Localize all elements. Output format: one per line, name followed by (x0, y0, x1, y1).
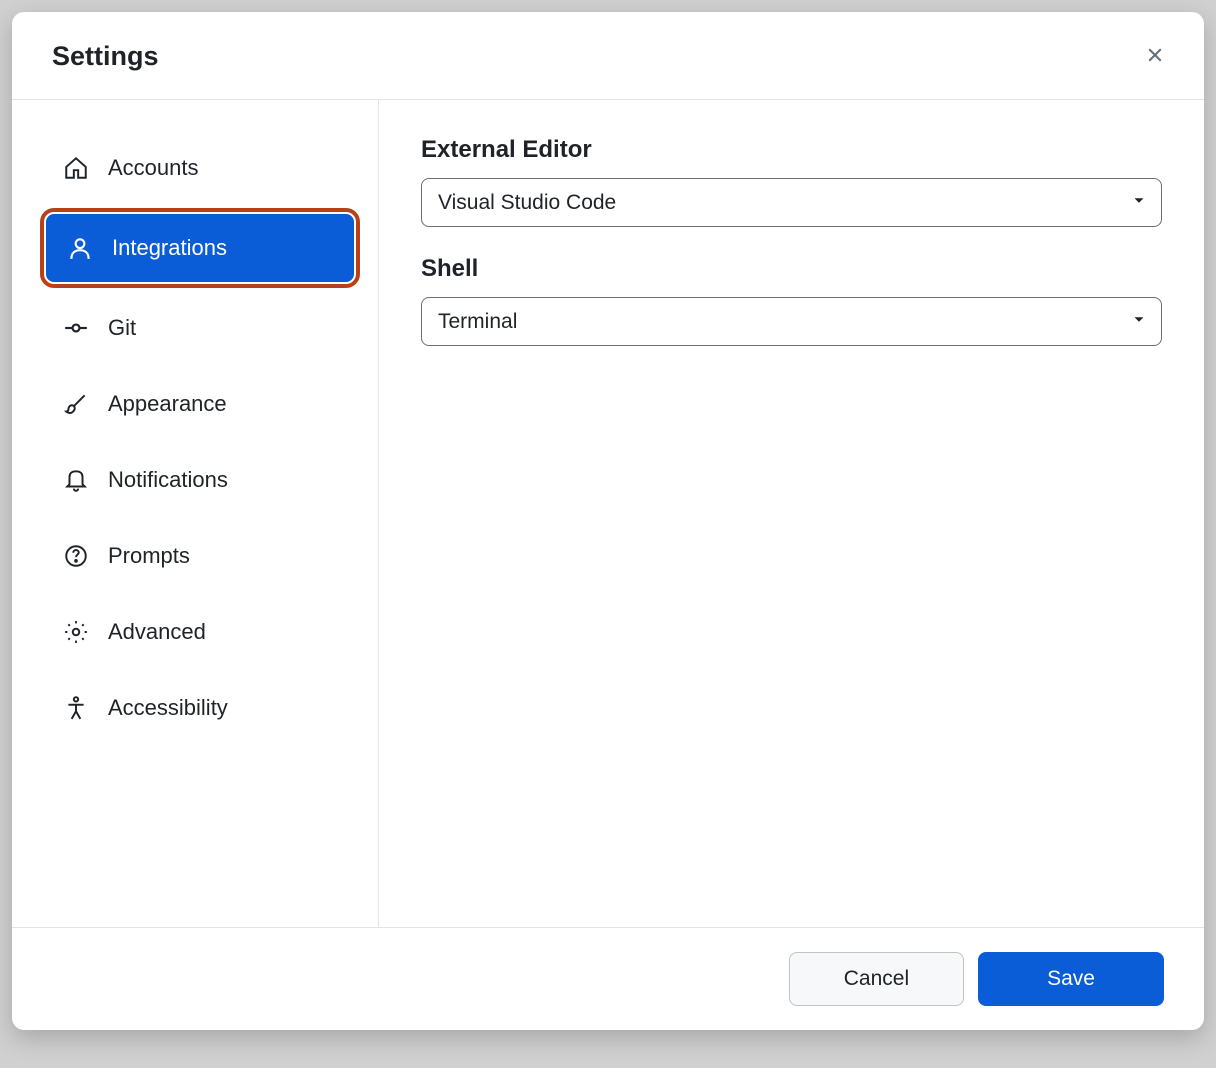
sidebar-item-label: Notifications (108, 467, 228, 493)
question-circle-icon (62, 542, 90, 570)
sidebar-item-accessibility[interactable]: Accessibility (40, 672, 360, 744)
person-icon (66, 234, 94, 262)
sidebar-item-label: Appearance (108, 391, 227, 417)
shell-field: Shell Terminal (421, 255, 1162, 346)
sidebar-item-label: Accessibility (108, 695, 228, 721)
close-button[interactable] (1138, 38, 1172, 75)
sidebar-item-notifications[interactable]: Notifications (40, 444, 360, 516)
dialog-body: Accounts Integrations (12, 100, 1204, 927)
settings-sidebar: Accounts Integrations (12, 100, 379, 927)
sidebar-item-git[interactable]: Git (40, 292, 360, 364)
shell-select-wrap: Terminal (421, 297, 1162, 346)
accessibility-icon (62, 694, 90, 722)
sidebar-item-integrations[interactable]: Integrations (40, 208, 360, 288)
sidebar-item-label: Integrations (112, 235, 227, 261)
external-editor-label: External Editor (421, 136, 1162, 164)
sidebar-item-label: Prompts (108, 543, 190, 569)
sidebar-item-label: Advanced (108, 619, 206, 645)
cancel-button[interactable]: Cancel (789, 952, 964, 1006)
sidebar-item-label: Accounts (108, 155, 199, 181)
dialog-footer: Cancel Save (12, 927, 1204, 1030)
shell-label: Shell (421, 255, 1162, 283)
sidebar-item-advanced[interactable]: Advanced (40, 596, 360, 668)
sidebar-item-appearance[interactable]: Appearance (40, 368, 360, 440)
external-editor-field: External Editor Visual Studio Code (421, 136, 1162, 227)
dialog-title: Settings (52, 41, 159, 72)
sidebar-item-label: Git (108, 315, 136, 341)
close-icon (1144, 44, 1166, 69)
settings-panel: External Editor Visual Studio Code Shell (379, 100, 1204, 927)
paintbrush-icon (62, 390, 90, 418)
external-editor-select-wrap: Visual Studio Code (421, 178, 1162, 227)
settings-dialog: Settings Accounts (12, 12, 1204, 1030)
save-button[interactable]: Save (978, 952, 1164, 1006)
sidebar-item-accounts[interactable]: Accounts (40, 132, 360, 204)
shell-select[interactable]: Terminal (421, 297, 1162, 346)
gear-icon (62, 618, 90, 646)
git-commit-icon (62, 314, 90, 342)
bell-icon (62, 466, 90, 494)
sidebar-item-prompts[interactable]: Prompts (40, 520, 360, 592)
dialog-header: Settings (12, 12, 1204, 100)
home-icon (62, 154, 90, 182)
external-editor-select[interactable]: Visual Studio Code (421, 178, 1162, 227)
